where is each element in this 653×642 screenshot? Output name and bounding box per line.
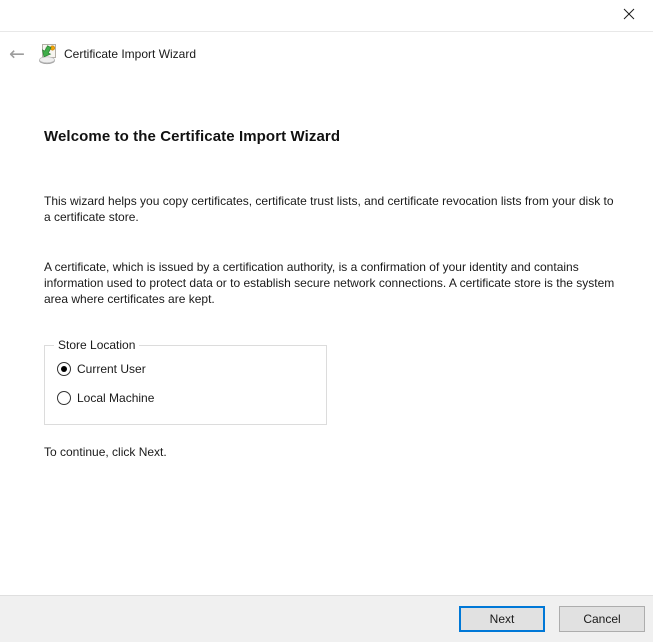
wizard-header: ← Certificate Import Wizard [0,33,653,75]
radio-local-machine-label: Local Machine [77,391,155,405]
titlebar [0,0,653,32]
radio-button-icon [57,362,71,376]
footer-button-bar: Next Cancel [0,595,653,642]
back-button[interactable]: ← [2,39,32,69]
radio-current-user-label: Current User [77,362,146,376]
page-title: Welcome to the Certificate Import Wizard [44,128,341,145]
radio-local-machine[interactable]: Local Machine [57,391,154,405]
store-location-groupbox: Store Location Current User Local Machin… [44,338,327,425]
arrow-left-icon: ← [9,42,25,65]
wizard-page-content: Welcome to the Certificate Import Wizard… [0,75,653,595]
certificate-import-icon [38,43,58,65]
continue-hint: To continue, click Next. [44,445,167,459]
intro-paragraph: This wizard helps you copy certificates,… [44,194,614,224]
description-paragraph: A certificate, which is issued by a cert… [44,260,615,306]
radio-button-icon [57,391,71,405]
close-icon [623,8,635,23]
certificate-import-wizard-window: ← Certificate Import Wizard Welcome to t… [0,0,653,642]
wizard-title: Certificate Import Wizard [64,47,197,61]
radio-current-user[interactable]: Current User [57,362,146,376]
cancel-button[interactable]: Cancel [559,606,645,632]
close-button[interactable] [613,2,645,28]
store-location-label: Store Location [54,338,140,352]
next-button[interactable]: Next [459,606,545,632]
